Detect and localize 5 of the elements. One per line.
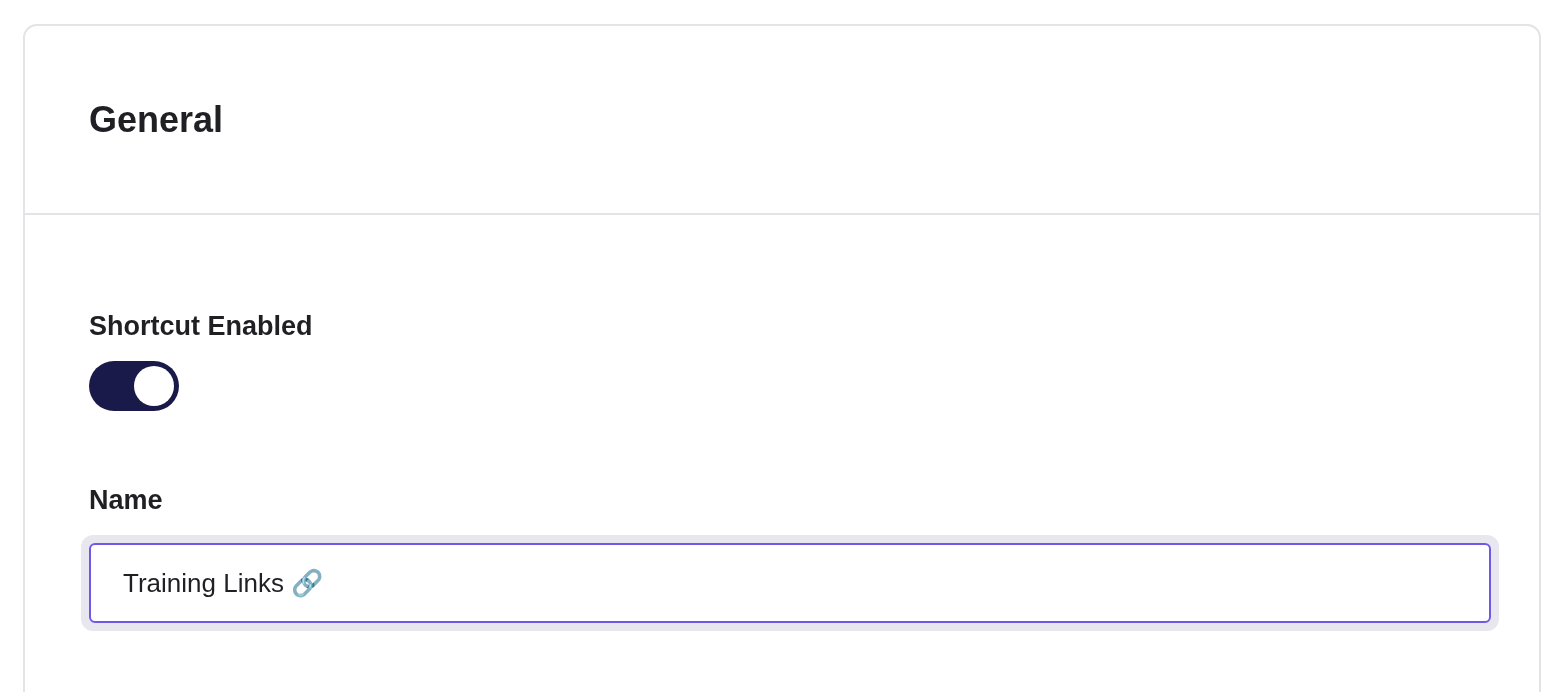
toggle-switch[interactable]	[89, 361, 179, 411]
section-title: General	[89, 98, 224, 141]
field-label: Name	[89, 484, 164, 517]
name-input-field[interactable]: Training Links 🔗	[89, 543, 1491, 623]
field-label: Shortcut Enabled	[89, 310, 314, 343]
